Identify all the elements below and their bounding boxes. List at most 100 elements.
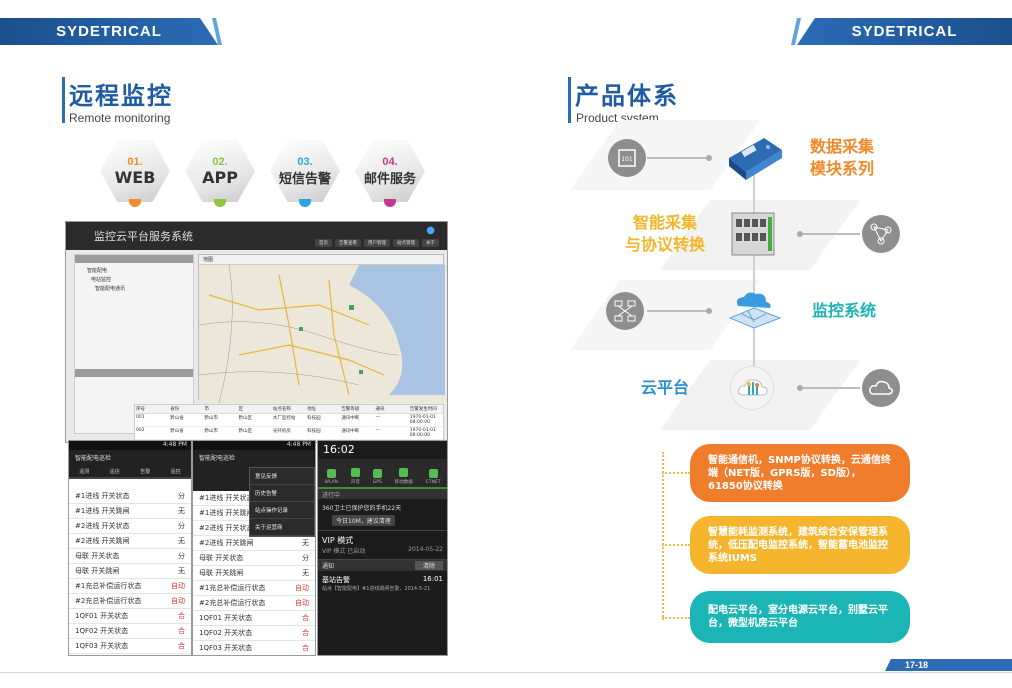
- list-item-value: 自动: [171, 597, 185, 605]
- list-item: 1QF01 开关状态 合: [69, 609, 191, 624]
- table-cell: 黔山市: [204, 416, 218, 421]
- quick-toggle[interactable]: 移动数据: [395, 459, 413, 487]
- brand-banner-right: SYDETRICAL: [797, 18, 1012, 45]
- notif-360-button[interactable]: 今日10M，建议清理: [332, 515, 395, 526]
- tree-item[interactable]: 电站监控: [87, 276, 181, 283]
- list-item: #1进线 开关跳闸 无: [69, 504, 191, 519]
- quick-toggles: WLAN 声音 GPS 移动数据 CTNET: [318, 459, 447, 489]
- tree-item[interactable]: 智能配电通讯: [87, 285, 181, 292]
- list-item-value: 合: [178, 612, 185, 620]
- toggle-label: GPS: [372, 480, 382, 485]
- table-header-cell: 市: [204, 407, 209, 412]
- channel-number: 03.: [297, 155, 313, 168]
- list-item-label: #2进线 开关跳闸: [199, 539, 254, 547]
- table-cell: 黔山区: [238, 429, 253, 434]
- list-item: #1进线 开关状态 分: [69, 489, 191, 504]
- quick-toggle[interactable]: GPS: [373, 459, 382, 487]
- product-label-monitoring: 监控系统: [811, 301, 876, 320]
- list-item-value: 合: [178, 627, 185, 635]
- connector-dot: [797, 385, 803, 391]
- product-detail-pill-3: 配电云平台，室分电源云平台，别墅云平台，微型机房云平台: [690, 591, 910, 643]
- web-nav-item[interactable]: 用户管理: [364, 239, 390, 247]
- list-item-value: 无: [302, 539, 309, 547]
- table-cell: 通讯中断: [341, 429, 360, 434]
- section-subtitle: Remote monitoring: [69, 111, 171, 125]
- channel-number: 04.: [382, 155, 398, 168]
- web-nav-item[interactable]: 站点管理: [393, 239, 419, 247]
- table-header-cell: 站点名称: [272, 407, 291, 412]
- product-label-data-module: 数据采集 模块系列: [809, 137, 874, 178]
- status-bar: 4:48 PM: [69, 441, 191, 450]
- menu-item[interactable]: 站点操作记录: [250, 502, 314, 519]
- channel-number: 02.: [212, 155, 228, 168]
- monitoring-system-image: [724, 286, 784, 330]
- app-title: 智能配电巡检: [193, 450, 315, 464]
- notif-360: 360卫士已保护您的手机22天: [322, 505, 402, 512]
- channel-hex-0[interactable]: 01. WEB: [100, 140, 170, 202]
- connector: [800, 387, 860, 389]
- app-tab[interactable]: 遥控: [161, 464, 192, 477]
- channel-accent: [214, 199, 226, 207]
- quick-toggle[interactable]: 声音: [350, 459, 360, 487]
- app-tab[interactable]: 遥信: [100, 464, 131, 477]
- menu-item[interactable]: 意见反馈: [250, 468, 314, 485]
- channel-hex-3[interactable]: 04. 邮件服务: [355, 140, 425, 202]
- table-header-cell: 省份: [170, 407, 180, 412]
- table-cell: 科技园: [307, 429, 321, 434]
- tree-item[interactable]: 智能配电: [87, 267, 181, 274]
- web-nav-item[interactable]: 告警查看: [335, 239, 361, 247]
- toggle-icon: [428, 469, 438, 478]
- list-item-label: 母联 开关状态: [75, 552, 120, 560]
- web-title: 监控云平台服务系统: [94, 230, 193, 243]
- menu-item[interactable]: 历史告警: [250, 485, 314, 502]
- table-cell: 1970-01-01 08:00:00: [409, 415, 436, 425]
- list-item-label: 母联 开关状态: [199, 554, 244, 562]
- section-title: 远程监控: [69, 82, 173, 110]
- table-row[interactable]: 001 黔山省 黔山市 黔山区 水厂监控站 科技园 通讯中断 — 1970-01-01 08:0…: [135, 414, 443, 427]
- app-screenshot-1: 4:48 PM 智能配电巡检 遥测 遥信 告警 遥控 #1进线 开关状态分 #1进线 开…: [68, 440, 192, 656]
- section-bar: [62, 77, 65, 123]
- list-item: #2进线 开关跳闸 无: [193, 536, 315, 551]
- quick-toggle[interactable]: CTNET: [426, 459, 441, 487]
- section-bar: [568, 77, 571, 123]
- list-item-label: 1QF03 开关状态: [75, 642, 129, 650]
- channel-accent: [384, 199, 396, 207]
- channel-hex-1[interactable]: 02. APP: [185, 140, 255, 202]
- cloud-platform-image: [730, 366, 774, 410]
- page-number: 17-18: [885, 659, 1012, 671]
- list-item-label: #2进线 开关状态: [75, 522, 130, 530]
- channel-hex-2[interactable]: 03. 短信告警: [270, 140, 340, 202]
- app-tab[interactable]: 告警: [130, 464, 161, 477]
- location-pin-icon: ●: [426, 225, 435, 236]
- list-item-label: #1进线 开关状态: [199, 494, 254, 502]
- list-item: #1充总补偿运行状态 自动: [69, 579, 191, 594]
- list-item-value: 分: [178, 492, 185, 500]
- web-nav-item[interactable]: 关于: [422, 239, 439, 247]
- list-item: #2进线 开关跳闸 无: [69, 534, 191, 549]
- table-cell: 黔山市: [204, 429, 218, 434]
- alarm-title: 基站告警: [322, 576, 350, 584]
- quick-toggle[interactable]: WLAN: [324, 459, 338, 487]
- table-cell: 黔山省: [170, 416, 184, 421]
- list-item-value: 无: [178, 567, 185, 575]
- list-item: 1QF02 开关状态 合: [69, 624, 191, 639]
- clear-button[interactable]: 清除: [414, 561, 443, 570]
- list-item-value: 自动: [295, 599, 309, 607]
- table-row[interactable]: 002 黔山省 黔山市 黔山区 光纤机房 科技园 通讯中断 — 1970-01-01 08:00…: [135, 427, 443, 440]
- toggle-icon: [326, 469, 336, 478]
- list-item-label: #1充总补偿运行状态: [199, 584, 266, 592]
- app-tab[interactable]: 遥测: [69, 464, 100, 477]
- list-item-value: 合: [302, 644, 309, 652]
- toggle-icon: [372, 469, 382, 478]
- menu-item[interactable]: 关于运营商: [250, 519, 314, 536]
- industrial-switch-image: [726, 207, 780, 259]
- web-nav-item[interactable]: 首页: [315, 239, 332, 247]
- connector: [800, 233, 860, 235]
- toggle-label: WLAN: [324, 480, 338, 485]
- toggle-label: CTNET: [425, 480, 441, 485]
- list-item: 1QF01 开关状态 合: [193, 611, 315, 626]
- brand-banner-left: SYDETRICAL: [0, 18, 218, 45]
- list-item: 母联 开关跳闸 无: [69, 564, 191, 579]
- product-label-cloud: 云平台: [640, 378, 689, 397]
- network-switch-icon: [606, 292, 644, 330]
